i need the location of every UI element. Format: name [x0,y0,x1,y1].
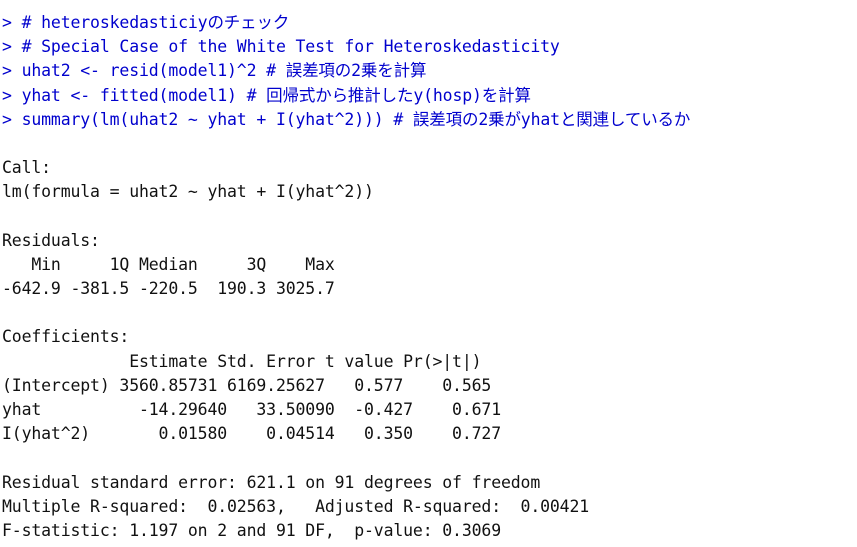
console-output-line: F-statistic: 1.197 on 2 and 91 DF, p-val… [2,520,501,540]
console-output-line: I(yhat^2) 0.01580 0.04514 0.350 0.727 [2,424,501,444]
console-output-line: lm(formula = uhat2 ~ yhat + I(yhat^2)) [2,182,374,202]
console-output-line: Estimate Std. Error t value Pr(>|t|) [2,351,482,371]
console-command-line: > # [0,0,857,11]
r-console-output[interactable]: > # > # heteroskedasticiyのチェック > # Special… [0,0,857,547]
console-output-line: Min 1Q Median 3Q Max [2,254,335,274]
console-command-line: > # heteroskedasticiyのチェック [2,13,290,32]
console-command-line: > uhat2 <- resid(model1)^2 # 誤差項の2乗を計算 [2,61,427,81]
console-command-line: > summary(lm(uhat2 ~ yhat + I(yhat^2))) … [2,109,691,129]
console-output-line: yhat -14.29640 33.50090 -0.427 0.671 [2,400,501,419]
console-output-line: (Intercept) 3560.85731 6169.25627 0.577 … [2,375,492,395]
console-output-line: Multiple R-squared: 0.02563, Adjusted R-… [2,496,590,516]
console-output-line: Coefficients: [2,327,130,347]
console-output-line: -642.9 -381.5 -220.5 190.3 3025.7 [2,279,335,299]
console-output-line: Residual standard error: 621.1 on 91 deg… [2,472,541,492]
console-command-line: > # Special Case of the White Test for H… [2,37,560,57]
console-command-line: > yhat <- fitted(model1) # 回帰式から推計したy(ho… [2,85,531,105]
console-output-line: Call: [2,158,51,178]
console-output-line: Residuals: [2,230,100,250]
